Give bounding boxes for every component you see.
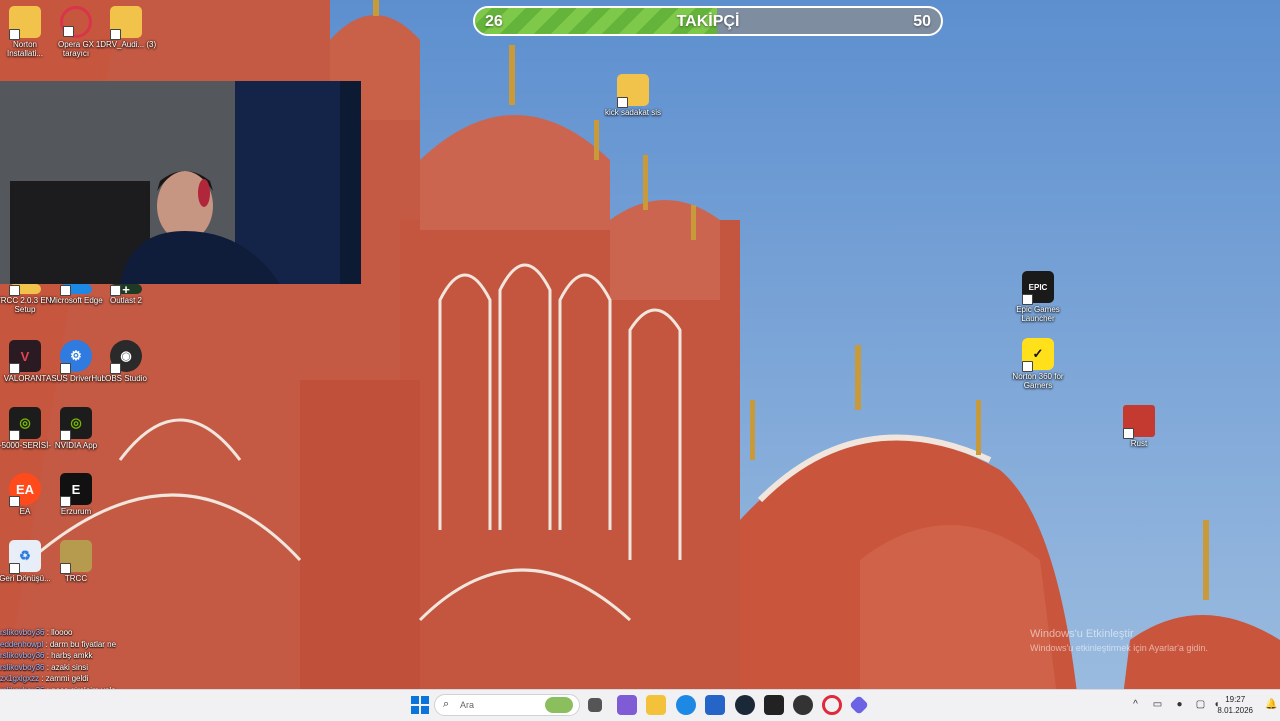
folder-icon [9, 6, 41, 40]
erzurum-icon: E [60, 473, 92, 507]
network-icon[interactable]: ▭ [1152, 699, 1163, 710]
chat-overlay: rslikovboy36 : lloooo eddenhowpl : darm … [0, 627, 200, 696]
webcam-feed [0, 81, 361, 284]
taskbar-app-edge[interactable] [676, 695, 696, 715]
taskbar: ⌕ Ara ^ ▭ ● ▢ ◖ 19:27 8.01.2026 🔔 [0, 689, 1280, 721]
desktop-icon-trcc[interactable]: TRCC [45, 540, 107, 583]
trcc-icon [60, 540, 92, 574]
desktop-icon-nvidia-app[interactable]: ◎ NVIDIA App [45, 407, 107, 450]
desktop-icon-obs[interactable]: ◉ OBS Studio [95, 340, 157, 383]
gear-icon: ⚙ [60, 340, 92, 374]
desktop-icon-epic[interactable]: EPIC Epic Games Launcher [1007, 271, 1069, 323]
watermark-subtitle: Windows'u etkinleştirmek için Ayarlar'a … [1030, 643, 1208, 653]
rust-icon [1123, 405, 1155, 439]
start-button[interactable] [410, 695, 430, 715]
notification-icon[interactable]: 🔔 [1265, 699, 1277, 710]
taskbar-app-copilot[interactable] [617, 695, 637, 715]
chat-message: rslikovboy36 : azaki sinsi [0, 662, 89, 672]
edge-icon [60, 284, 92, 296]
opera-gx-icon [60, 6, 92, 38]
outlast-icon: + [110, 282, 142, 297]
chevron-up-icon[interactable]: ^ [1130, 699, 1141, 710]
nvidia-icon: ◎ [60, 407, 92, 441]
folder-icon [110, 6, 142, 40]
desktop-icon-1drv-audio[interactable]: 1DRV_Audi... (3) [95, 6, 157, 49]
taskbar-app-file-explorer[interactable] [646, 695, 666, 715]
desktop-icon-kick-sadakat[interactable]: kick sadakat sis [602, 74, 664, 117]
taskbar-app-kick[interactable] [849, 695, 869, 715]
microphone-icon[interactable]: ● [1174, 699, 1185, 710]
taskbar-app-opera[interactable] [822, 695, 842, 715]
desktop-icon-rust[interactable]: Rust [1108, 405, 1170, 448]
follower-goal-label: TAKİPÇİ [676, 13, 740, 30]
taskbar-app-steam[interactable] [735, 695, 755, 715]
taskbar-app-epic[interactable] [764, 695, 784, 715]
search-placeholder: Ara [460, 700, 475, 710]
clock[interactable]: 19:27 8.01.2026 [1217, 694, 1253, 716]
search-highlight-icon [545, 697, 573, 713]
obs-icon: ◉ [110, 340, 142, 374]
folder-icon [617, 74, 649, 108]
windows-logo-icon [411, 696, 429, 714]
taskbar-search[interactable]: ⌕ Ara [434, 694, 580, 716]
ea-icon: EA [9, 473, 41, 507]
watermark-title: Windows'u Etkinleştir [1030, 628, 1134, 640]
follower-goal-bar: 26 TAKİPÇİ 50 [473, 6, 943, 36]
chat-message: eddenhowpl : darm bu fiyatlar ne [0, 639, 117, 649]
chat-message: zx1gxlgxzz : zammi geldi [0, 674, 89, 683]
epic-icon: EPIC [1022, 271, 1054, 305]
recycle-bin-icon: ♻ [9, 540, 41, 574]
desktop-icon-outlast2[interactable]: + Outlast 2 [95, 282, 157, 305]
desktop-icon-erzurum[interactable]: E Erzurum [45, 473, 107, 516]
follower-goal-target: 50 [913, 13, 931, 30]
nvidia-icon: ◎ [9, 407, 41, 441]
webcam-overlay [0, 81, 361, 284]
taskbar-app-store[interactable] [705, 695, 725, 715]
display-icon[interactable]: ▢ [1195, 699, 1206, 710]
activation-watermark: Windows'u Etkinleştir Windows'u etkinleş… [1030, 627, 1208, 655]
chat-message: rslikovboy36 : lloooo [0, 628, 73, 637]
taskbar-app-chrome[interactable] [793, 695, 813, 715]
norton-icon: ✓ [1022, 338, 1054, 372]
valorant-icon: V [9, 340, 41, 374]
clock-date: 8.01.2026 [1217, 706, 1253, 715]
search-icon: ⌕ [443, 698, 450, 710]
taskbar-app-task-view[interactable] [588, 698, 602, 712]
clock-time: 19:27 [1225, 695, 1246, 704]
folder-icon [9, 284, 41, 296]
desktop-icon-norton360[interactable]: ✓ Norton 360 for Gamers [1007, 338, 1069, 390]
chat-message: rslikovboy36 : harbş amkk [0, 651, 93, 660]
